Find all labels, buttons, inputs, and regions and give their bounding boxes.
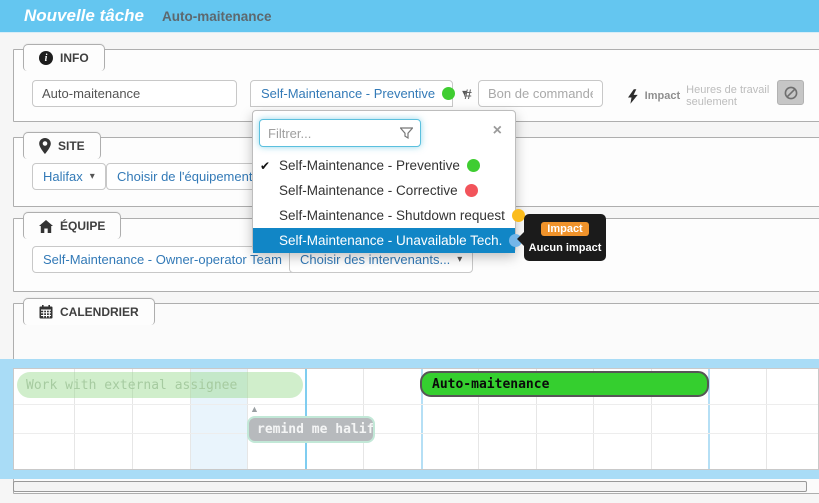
calendar-icon <box>39 305 53 319</box>
item-label: Self-Maintenance - Shutdown request <box>279 208 505 223</box>
item-label: Self-Maintenance - Preventive <box>279 158 460 173</box>
gantt-frame: Work with external assignee Auto-maitena… <box>0 359 819 479</box>
impact-tooltip: Impact Aucun impact <box>524 214 606 261</box>
close-icon[interactable]: × <box>493 123 502 139</box>
team-tab: ÉQUIPE <box>23 212 121 239</box>
po-hash-label: # <box>464 86 472 102</box>
assignees-label: Choisir des intervenants... <box>300 252 450 267</box>
info-icon: i <box>39 51 53 65</box>
slash-circle-icon <box>784 86 798 100</box>
purchase-order-input[interactable] <box>478 80 603 107</box>
equipment-dropdown-button[interactable]: Choisir de l'équipement... <box>106 163 274 190</box>
gantt-grid[interactable]: Work with external assignee Auto-maitena… <box>13 368 819 470</box>
check-icon: ✔ <box>260 159 270 173</box>
site-tab-label: SITE <box>58 139 85 153</box>
impact-label: Impact <box>645 90 680 102</box>
info-tab-label: INFO <box>60 51 89 65</box>
funnel-icon <box>400 127 413 140</box>
status-color-dot <box>465 184 478 197</box>
site-label: Halifax <box>43 169 83 184</box>
tooltip-arrow <box>517 232 524 246</box>
dropdown-item-corrective[interactable]: Self-Maintenance - Corrective <box>253 178 515 203</box>
dropdown-item-preventive[interactable]: ✔ Self-Maintenance - Preventive <box>253 153 515 178</box>
calendar-tab-label: CALENDRIER <box>60 305 139 319</box>
task-type-dropdown-button[interactable]: Self-Maintenance - Preventive ▾ <box>250 80 453 107</box>
team-label: Self-Maintenance - Owner-operator Team <box>43 252 282 267</box>
header: Nouvelle tâche Auto-maitenance <box>0 0 819 33</box>
info-tab: i INFO <box>23 44 105 71</box>
horizontal-scrollbar[interactable] <box>13 481 807 492</box>
site-tab: SITE <box>23 132 101 159</box>
site-dropdown-button[interactable]: Halifax ▾ <box>32 163 106 190</box>
calendar-tab: CALENDRIER <box>23 298 155 325</box>
status-color-dot <box>512 209 525 222</box>
task-name-subtitle: Auto-maitenance <box>162 9 272 24</box>
gantt-bar-auto-maitenance[interactable]: Auto-maitenance <box>420 371 709 397</box>
page-title: Nouvelle tâche <box>24 6 144 26</box>
lightning-icon <box>628 89 639 104</box>
dropdown-item-unavailable[interactable]: Self-Maintenance - Unavailable Tech. <box>253 228 515 253</box>
team-tab-label: ÉQUIPE <box>60 219 105 233</box>
gantt-bar-reminder[interactable]: remind me halifax <box>247 416 375 443</box>
reminder-marker-icon: ▲ <box>250 405 259 414</box>
map-pin-icon <box>39 138 51 154</box>
equipment-label: Choisir de l'équipement... <box>117 169 263 184</box>
item-label: Self-Maintenance - Unavailable Tech. <box>279 233 502 248</box>
gantt-bar-external[interactable]: Work with external assignee <box>17 372 303 398</box>
home-icon <box>39 220 53 233</box>
chevron-down-icon: ▾ <box>457 255 462 265</box>
impact-badge: Impact <box>541 222 588 236</box>
status-color-dot <box>467 159 480 172</box>
filter-input[interactable] <box>259 119 421 147</box>
chevron-down-icon: ▾ <box>90 172 95 182</box>
item-label: Self-Maintenance - Corrective <box>279 183 458 198</box>
task-name-input[interactable] <box>32 80 237 107</box>
dropdown-item-shutdown[interactable]: Self-Maintenance - Shutdown request <box>253 203 515 228</box>
new-task-page: Nouvelle tâche Auto-maitenance i INFO Se… <box>0 0 819 503</box>
task-type-label: Self-Maintenance - Preventive <box>261 86 435 101</box>
impact-tooltip-text: Aucun impact <box>528 242 602 254</box>
no-impact-button[interactable] <box>777 80 804 105</box>
filter-wrap <box>259 119 421 147</box>
task-type-popup: × ✔ Self-Maintenance - Preventive Self-M… <box>252 110 516 252</box>
